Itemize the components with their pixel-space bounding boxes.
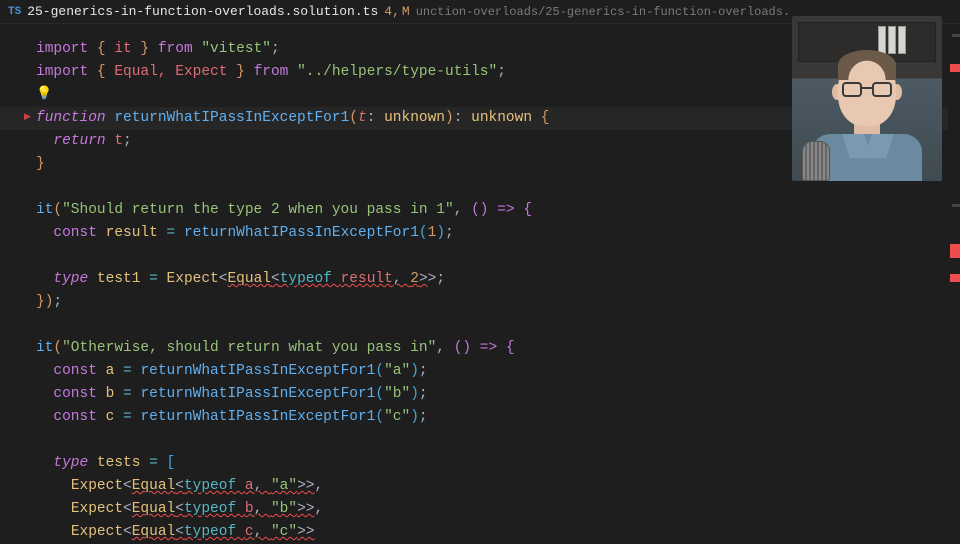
code-line[interactable]: [36, 314, 960, 337]
tab-modified-indicator: M: [402, 4, 410, 19]
code-line[interactable]: const c = returnWhatIPassInExceptFor1("c…: [36, 406, 960, 429]
minimap-scrollbar[interactable]: [948, 24, 960, 540]
code-line[interactable]: Expect<Equal<typeof b, "b">>,: [36, 498, 960, 521]
code-line[interactable]: const a = returnWhatIPassInExceptFor1("a…: [36, 360, 960, 383]
code-line[interactable]: });: [36, 291, 960, 314]
webcam-overlay: [792, 16, 942, 181]
breadcrumb[interactable]: unction-overloads/25-generics-in-functio…: [416, 5, 790, 19]
code-line[interactable]: function returnWhatIPassInExceptFor1(t: …: [36, 107, 960, 130]
tab-filename[interactable]: 25-generics-in-function-overloads.soluti…: [27, 4, 378, 19]
breakpoint-icon[interactable]: ▶: [24, 110, 31, 124]
code-line[interactable]: Expect<Equal<typeof a, "a">>,: [36, 475, 960, 498]
ts-file-icon: TS: [8, 6, 21, 18]
minimap-error-mark: [950, 274, 960, 282]
code-line[interactable]: Expect<Equal<typeof c, "c">>: [36, 521, 960, 544]
minimap-error-mark: [950, 244, 960, 258]
code-line[interactable]: it("Should return the type 2 when you pa…: [36, 199, 960, 222]
lightbulb-icon[interactable]: 💡: [36, 84, 52, 105]
code-line[interactable]: [36, 245, 960, 268]
minimap-mark: [952, 34, 960, 37]
code-line[interactable]: [36, 429, 960, 452]
code-line[interactable]: type tests = [: [36, 452, 960, 475]
tab-problems-count: 4,: [384, 4, 400, 19]
code-line[interactable]: type test1 = Expect<Equal<typeof result,…: [36, 268, 960, 291]
minimap-error-mark: [950, 64, 960, 72]
code-line[interactable]: const result = returnWhatIPassInExceptFo…: [36, 222, 960, 245]
code-line[interactable]: const b = returnWhatIPassInExceptFor1("b…: [36, 383, 960, 406]
code-line[interactable]: it("Otherwise, should return what you pa…: [36, 337, 960, 360]
minimap-mark: [952, 204, 960, 207]
